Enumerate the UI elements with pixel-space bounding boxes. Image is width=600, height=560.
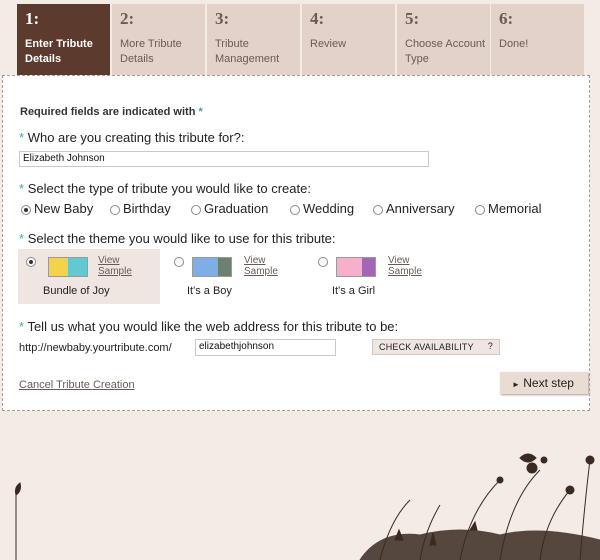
step-review[interactable]: 4: Review: [302, 4, 395, 75]
next-step-button[interactable]: ► Next step: [500, 372, 588, 394]
type-option-birthday[interactable]: Birthday: [110, 201, 171, 216]
step-number: 5:: [405, 9, 420, 28]
arrow-right-icon: ►: [512, 380, 520, 389]
step-label: More Tribute Details: [120, 38, 182, 65]
step-number: 2:: [120, 9, 135, 28]
radio-icon[interactable]: [191, 204, 201, 215]
type-option-wedding[interactable]: Wedding: [290, 201, 354, 216]
step-more-tribute-details[interactable]: 2: More Tribute Details: [112, 4, 205, 75]
who-question: * Who are you creating this tribute for?…: [19, 130, 244, 145]
step-number: 3:: [215, 9, 230, 28]
web-address-input[interactable]: elizabethjohnson: [195, 339, 336, 356]
step-label: Done!: [499, 38, 529, 50]
floral-decoration: [15, 453, 600, 560]
required-note-text: Required fields are indicated with: [20, 106, 196, 118]
type-question-text: Select the type of tribute you would lik…: [27, 181, 311, 196]
swatch-color-1: [337, 258, 363, 276]
theme-question: * Select the theme you would like to use…: [19, 231, 336, 246]
step-tribute-management[interactable]: 3: Tribute Management: [207, 4, 300, 75]
type-option-new-baby[interactable]: New Baby: [21, 201, 93, 216]
web-question-text: Tell us what you would like the web addr…: [27, 319, 399, 334]
check-availability-button[interactable]: CHECK AVAILABILITY ?: [372, 339, 500, 355]
cancel-tribute-link[interactable]: Cancel Tribute Creation: [19, 379, 135, 391]
theme-swatch[interactable]: [48, 257, 88, 277]
radio-icon[interactable]: [110, 204, 120, 215]
theme-name: It's a Boy: [187, 285, 232, 297]
type-option-memorial[interactable]: Memorial: [475, 201, 541, 216]
swatch-color-1: [49, 258, 68, 276]
recipient-name-input[interactable]: Elizabeth Johnson: [19, 151, 429, 167]
theme-name: It's a Girl: [332, 285, 376, 297]
web-address-question: * Tell us what you would like the web ad…: [19, 319, 398, 334]
step-number: 6:: [499, 9, 514, 28]
required-star: *: [19, 130, 25, 145]
theme-swatch[interactable]: [336, 257, 376, 277]
required-star: *: [19, 181, 25, 196]
swatch-color-2: [68, 258, 87, 276]
type-label: Birthday: [123, 201, 171, 216]
theme-option-its-a-girl[interactable]: View Sample It's a Girl: [310, 249, 452, 304]
step-number: 4:: [310, 9, 325, 28]
check-availability-label: CHECK AVAILABILITY: [379, 342, 474, 352]
swatch-color-2: [362, 258, 375, 276]
type-label: Wedding: [303, 201, 355, 216]
wizard-steps: 1: Enter Tribute Details 2: More Tribute…: [0, 0, 600, 75]
radio-icon[interactable]: [174, 257, 184, 267]
required-star: *: [19, 319, 25, 334]
type-label: Graduation: [204, 201, 269, 216]
required-star: *: [19, 231, 25, 246]
step-enter-tribute-details[interactable]: 1: Enter Tribute Details: [17, 4, 110, 75]
who-question-text: Who are you creating this tribute for?:: [27, 130, 245, 145]
theme-swatch[interactable]: [192, 257, 232, 277]
view-sample-link[interactable]: View Sample: [244, 255, 284, 277]
next-step-label: Next step: [523, 376, 574, 390]
required-note: Required fields are indicated with *: [20, 106, 203, 118]
radio-selected-icon[interactable]: [21, 204, 31, 215]
type-question: * Select the type of tribute you would l…: [19, 181, 311, 196]
step-choose-account-type[interactable]: 5: Choose Account Type: [397, 4, 490, 75]
step-number: 1:: [25, 9, 40, 28]
swatch-color-2: [218, 258, 231, 276]
step-done[interactable]: 6: Done!: [491, 4, 584, 75]
radio-icon[interactable]: [318, 257, 328, 267]
step-label: Tribute Management: [215, 38, 280, 65]
step-label: Choose Account Type: [405, 38, 486, 65]
theme-option-its-a-boy[interactable]: View Sample It's a Boy: [166, 249, 308, 304]
radio-icon[interactable]: [475, 204, 485, 215]
tribute-form-panel: Required fields are indicated with * * W…: [2, 75, 590, 411]
url-prefix: http://newbaby.yourtribute.com/: [19, 342, 172, 354]
radio-icon[interactable]: [373, 204, 383, 215]
type-option-graduation[interactable]: Graduation: [191, 201, 268, 216]
step-label: Review: [310, 38, 347, 50]
type-label: New Baby: [34, 201, 94, 216]
radio-icon[interactable]: [290, 204, 300, 215]
view-sample-link[interactable]: View Sample: [388, 255, 428, 277]
required-star: *: [198, 106, 203, 118]
radio-selected-icon[interactable]: [26, 257, 36, 267]
type-label: Memorial: [488, 201, 542, 216]
theme-question-text: Select the theme you would like to use f…: [27, 231, 336, 246]
help-icon[interactable]: ?: [488, 341, 493, 351]
type-label: Anniversary: [386, 201, 455, 216]
step-label: Enter Tribute Details: [25, 38, 93, 65]
theme-name: Bundle of Joy: [43, 285, 110, 297]
swatch-color-1: [193, 258, 219, 276]
type-option-anniversary[interactable]: Anniversary: [373, 201, 455, 216]
view-sample-link[interactable]: View Sample: [98, 255, 138, 277]
theme-option-bundle-of-joy[interactable]: View Sample Bundle of Joy: [18, 249, 160, 304]
